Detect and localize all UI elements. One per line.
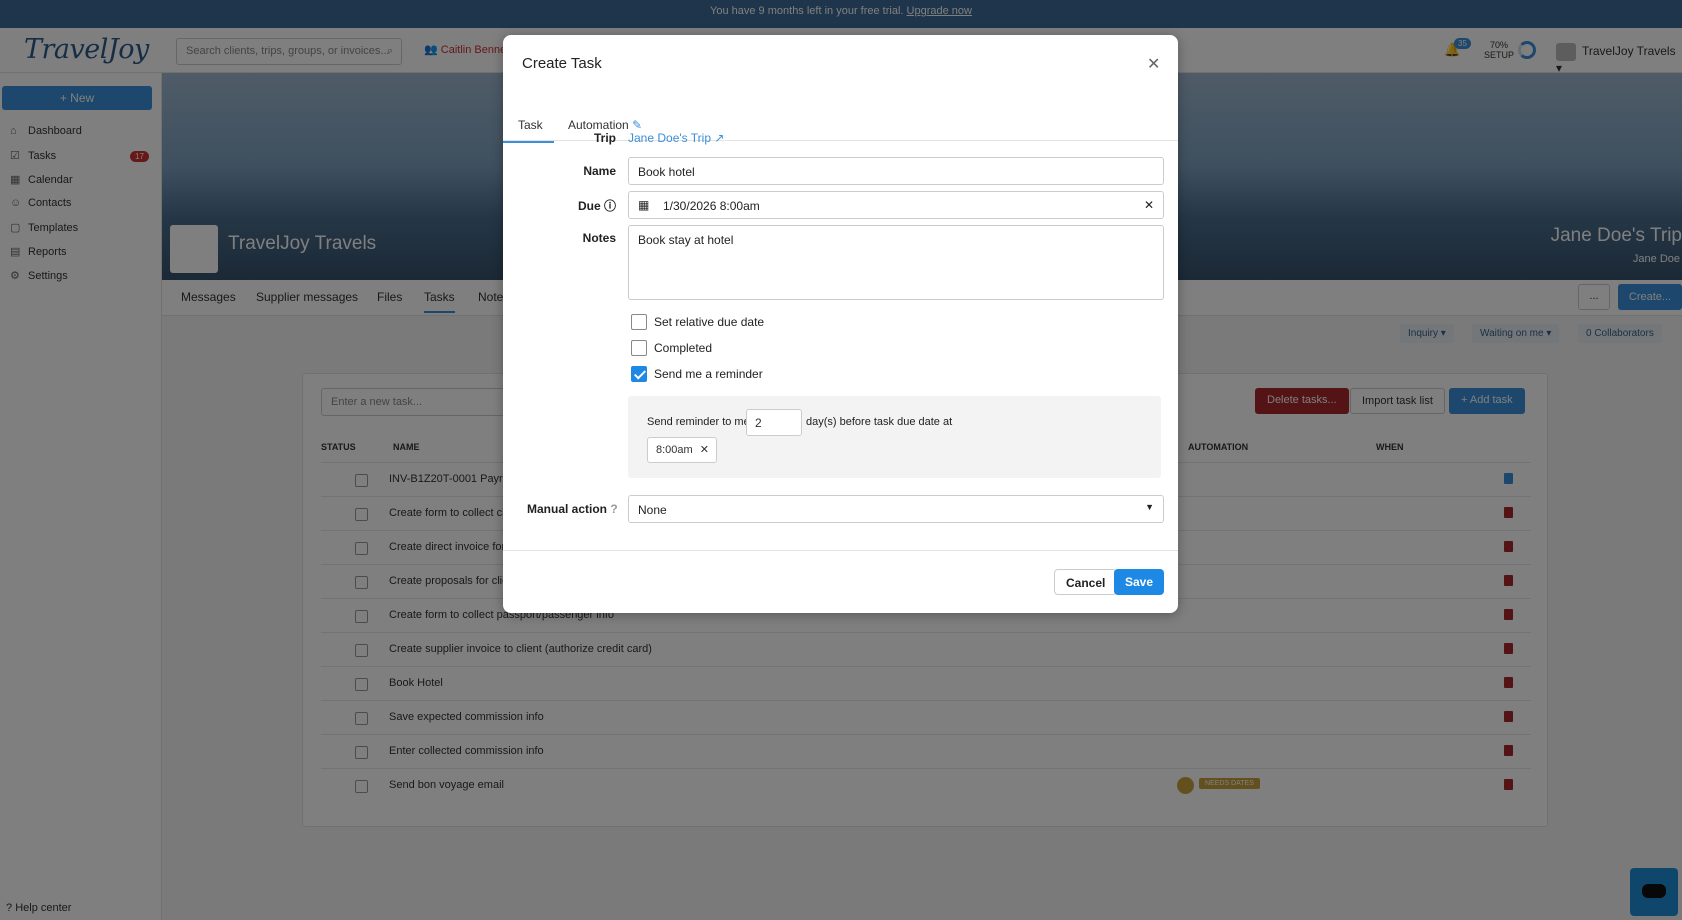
help-icon[interactable]: ? bbox=[610, 502, 617, 516]
chevron-down-icon: ▼ bbox=[1145, 502, 1154, 512]
trip-label: Trip bbox=[593, 131, 616, 145]
notes-textarea[interactable]: Book stay at hotel bbox=[628, 225, 1164, 300]
reminder-label[interactable]: Send me a reminder bbox=[654, 367, 763, 381]
reminder-settings-box: Send reminder to me 2 day(s) before task… bbox=[628, 396, 1161, 478]
reminder-prefix: Send reminder to me bbox=[647, 416, 750, 428]
tab-automation-label: Automation bbox=[568, 118, 629, 132]
name-input[interactable]: Book hotel bbox=[628, 157, 1164, 185]
create-task-modal: Create Task ✕ Task Automation ✎ Trip Jan… bbox=[503, 35, 1178, 613]
due-label: Due ⓘ bbox=[543, 197, 616, 214]
reminder-days-input[interactable]: 2 bbox=[746, 409, 802, 436]
manual-action-value: None bbox=[638, 503, 667, 517]
manual-action-label: Manual action ? bbox=[527, 502, 632, 516]
notes-label: Notes bbox=[582, 231, 616, 245]
reminder-time-value: 8:00am bbox=[656, 444, 693, 456]
trip-link-label: Jane Doe's Trip bbox=[628, 131, 711, 145]
close-icon[interactable]: ✕ bbox=[1147, 54, 1160, 74]
calendar-icon[interactable]: ▦ bbox=[638, 198, 649, 212]
reminder-time-chip[interactable]: 8:00am ✕ bbox=[647, 437, 717, 463]
cancel-button[interactable]: Cancel bbox=[1054, 569, 1118, 595]
reminder-suffix: day(s) before task due date at bbox=[806, 416, 953, 428]
save-button[interactable]: Save bbox=[1114, 569, 1165, 595]
tab-automation[interactable]: Automation ✎ bbox=[568, 118, 642, 132]
trip-link[interactable]: Jane Doe's Trip ↗ bbox=[628, 131, 724, 145]
remove-time-icon[interactable]: ✕ bbox=[700, 443, 709, 456]
clear-date-icon[interactable]: ✕ bbox=[1144, 198, 1154, 212]
due-date-value: 1/30/2026 8:00am bbox=[663, 199, 760, 213]
pencil-icon: ✎ bbox=[632, 118, 643, 132]
completed-label[interactable]: Completed bbox=[654, 341, 712, 355]
info-icon[interactable]: ⓘ bbox=[604, 199, 616, 213]
manual-action-select[interactable]: None ▼ bbox=[628, 495, 1164, 523]
due-label-text: Due bbox=[577, 199, 601, 213]
external-link-icon: ↗ bbox=[714, 131, 725, 145]
reminder-checkbox[interactable] bbox=[631, 366, 647, 382]
divider bbox=[503, 550, 1178, 551]
due-date-input[interactable]: ▦ 1/30/2026 8:00am ✕ bbox=[628, 191, 1164, 219]
manual-action-label-text: Manual action bbox=[527, 502, 608, 516]
modal-title: Create Task bbox=[522, 55, 602, 72]
relative-due-checkbox[interactable] bbox=[631, 314, 647, 330]
completed-checkbox[interactable] bbox=[631, 340, 647, 356]
relative-due-label[interactable]: Set relative due date bbox=[654, 315, 764, 329]
name-label: Name bbox=[583, 164, 616, 178]
